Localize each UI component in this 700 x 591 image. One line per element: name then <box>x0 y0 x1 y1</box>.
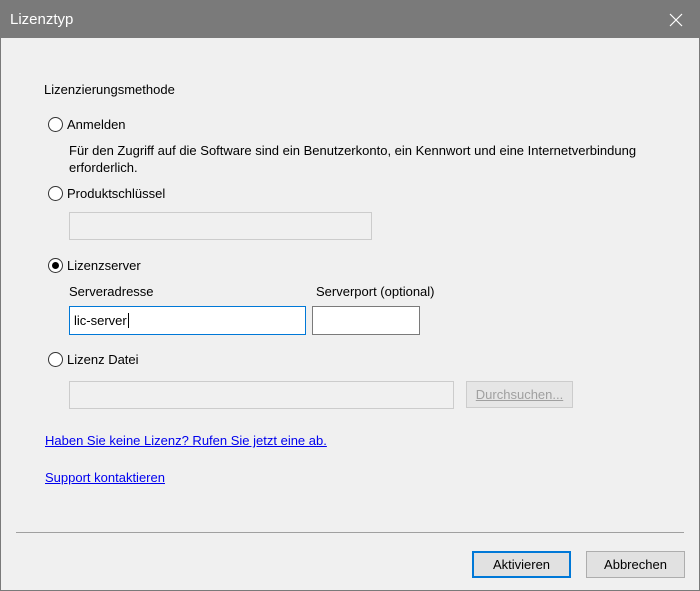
title-bar: Lizenztyp <box>1 1 699 38</box>
footer-separator <box>16 532 684 533</box>
license-file-radio[interactable] <box>48 352 63 367</box>
server-address-value: lic-server <box>74 313 127 328</box>
sign-in-description: Für den Zugriff auf die Software sind ei… <box>69 143 637 175</box>
license-file-label[interactable]: Lizenz Datei <box>67 352 139 367</box>
licensing-method-heading: Lizenzierungsmethode <box>44 82 175 97</box>
dialog-title: Lizenztyp <box>10 11 74 28</box>
cancel-button-label: Abbrechen <box>604 557 667 572</box>
close-icon <box>669 13 683 26</box>
text-caret <box>127 313 129 328</box>
cancel-button[interactable]: Abbrechen <box>586 551 685 578</box>
server-port-input[interactable] <box>312 306 420 335</box>
product-key-label[interactable]: Produktschlüssel <box>67 186 165 201</box>
server-address-input[interactable]: lic-server <box>69 306 306 335</box>
close-button[interactable] <box>653 1 699 38</box>
license-server-label[interactable]: Lizenzserver <box>67 258 141 273</box>
license-server-radio[interactable] <box>48 258 63 273</box>
license-file-input[interactable] <box>69 381 454 409</box>
activate-button[interactable]: Aktivieren <box>472 551 571 578</box>
license-type-dialog: Lizenztyp Lizenzierungsmethode Anmelden … <box>0 0 700 591</box>
get-license-link[interactable]: Haben Sie keine Lizenz? Rufen Sie jetzt … <box>45 433 327 448</box>
browse-button[interactable]: Durchsuchen... <box>466 381 573 408</box>
radio-selected-dot <box>52 262 59 269</box>
sign-in-radio[interactable] <box>48 117 63 132</box>
support-link[interactable]: Support kontaktieren <box>45 470 165 485</box>
product-key-radio[interactable] <box>48 186 63 201</box>
product-key-input[interactable] <box>69 212 372 240</box>
sign-in-label[interactable]: Anmelden <box>67 117 126 132</box>
browse-button-label: Durchsuchen... <box>475 387 564 402</box>
server-port-label: Serverport (optional) <box>316 284 435 299</box>
activate-button-label: Aktivieren <box>492 557 551 572</box>
server-address-label: Serveradresse <box>69 284 154 299</box>
